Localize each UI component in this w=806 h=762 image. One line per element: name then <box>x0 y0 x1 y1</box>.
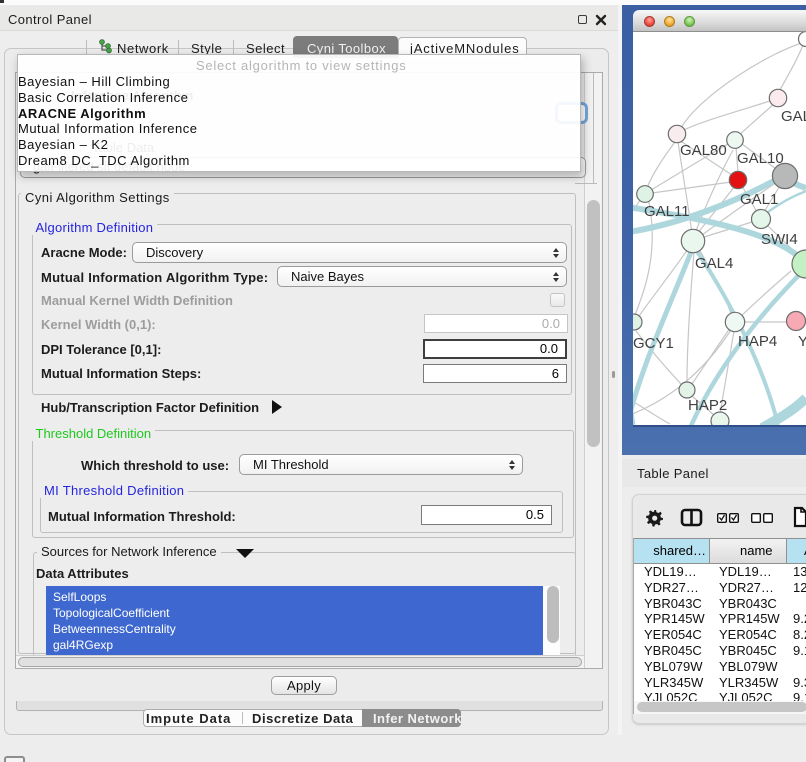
svg-text:GAL80: GAL80 <box>680 142 727 159</box>
svg-text:HAP2: HAP2 <box>688 397 727 414</box>
svg-text:GAL4: GAL4 <box>695 255 733 272</box>
svg-text:SWI4: SWI4 <box>761 231 798 248</box>
svg-text:GAL10: GAL10 <box>737 150 784 167</box>
svg-text:GAL11: GAL11 <box>644 203 690 220</box>
svg-text:GAL1: GAL1 <box>740 191 778 208</box>
svg-text:Y: Y <box>798 333 806 350</box>
svg-text:GAL7: GAL7 <box>781 108 806 125</box>
svg-text:GCY1: GCY1 <box>633 335 674 352</box>
svg-text:HAP4: HAP4 <box>738 333 777 350</box>
